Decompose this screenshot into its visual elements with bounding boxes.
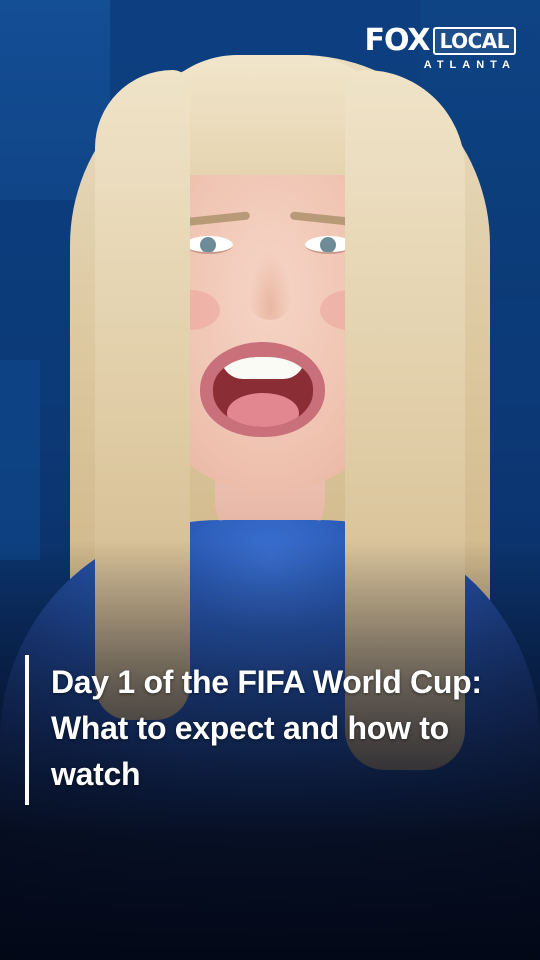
headline-accent-bar [25, 655, 29, 805]
presenter-tongue [227, 393, 299, 427]
logo-fox-text: FOX [364, 23, 431, 58]
video-frame[interactable] [0, 0, 540, 960]
logo-wordmark: FOX LOCAL [364, 23, 516, 58]
studio-panel-left-lower [0, 360, 40, 560]
headline-text: Day 1 of the FIFA World Cup: What to exp… [51, 664, 482, 792]
presenter-mouth-open [213, 357, 313, 427]
presenter-teeth [221, 357, 305, 379]
presenter-eye-left [185, 236, 233, 254]
fox-local-atlanta-logo: FOX LOCAL ATLANTA [365, 25, 516, 73]
logo-local-badge: LOCAL [432, 27, 516, 55]
presenter-nose [248, 250, 292, 320]
logo-city-text: ATLANTA [423, 59, 516, 71]
